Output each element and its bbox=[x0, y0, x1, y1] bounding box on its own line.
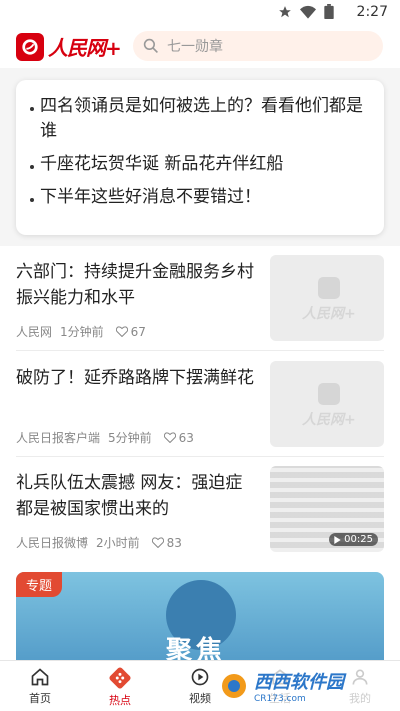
heart-icon bbox=[151, 537, 164, 548]
placeholder-logo-icon bbox=[317, 277, 340, 299]
app-logo[interactable]: 人民网+ bbox=[16, 32, 122, 61]
article-title: 六部门：持续提升金融服务乡村振兴能力和水平 bbox=[16, 262, 254, 308]
logo-text: 人民网+ bbox=[48, 36, 122, 60]
heart-icon bbox=[115, 326, 128, 337]
article-meta: 人民日报客户端 5分钟前 63 bbox=[16, 429, 194, 446]
hot-topic-text: 四名领诵员是如何被选上的？看看他们都是谁 bbox=[40, 96, 363, 141]
status-bar: 2:27 bbox=[0, 0, 400, 24]
article-meta: 人民网 1分钟前 67 bbox=[16, 323, 146, 340]
like-count[interactable]: 83 bbox=[151, 535, 182, 550]
app-header: 人民网+ 七一勋章 bbox=[0, 24, 400, 68]
article-time: 2小时前 bbox=[96, 536, 140, 550]
search-icon bbox=[143, 38, 158, 53]
placeholder-logo-text: 人民网+ bbox=[302, 306, 356, 322]
topic-tag: 专题 bbox=[16, 572, 63, 597]
article-meta: 人民日报微博 2小时前 83 bbox=[16, 534, 182, 551]
placeholder-logo-icon bbox=[317, 383, 340, 405]
article-source: 人民日报客户端 bbox=[16, 431, 101, 445]
search-placeholder: 七一勋章 bbox=[167, 39, 223, 55]
article-source: 人民日报微博 bbox=[16, 536, 89, 550]
hot-topic-text: 下半年这些好消息不要错过！ bbox=[40, 187, 261, 207]
hot-topic-item[interactable]: 下半年这些好消息不要错过！ bbox=[30, 185, 372, 210]
battery-icon bbox=[324, 4, 334, 19]
watermark-logo-icon bbox=[222, 674, 246, 698]
play-icon bbox=[334, 535, 341, 544]
news-article[interactable]: 六部门：持续提升金融服务乡村振兴能力和水平 人民网 1分钟前 67 人民网+ bbox=[16, 255, 384, 347]
like-number: 63 bbox=[178, 430, 194, 445]
like-number: 83 bbox=[166, 535, 182, 550]
video-article[interactable]: 礼兵队伍太震撼 网友：强迫症都是被国家惯出来的 人民日报微博 2小时前 83 0… bbox=[16, 466, 384, 558]
status-icons bbox=[278, 4, 334, 19]
tab-label: 首页 bbox=[29, 692, 51, 705]
bullet-icon bbox=[30, 152, 40, 177]
site-watermark: 西西软件园 CR173.com bbox=[214, 665, 382, 707]
bullet-icon bbox=[30, 185, 40, 210]
wifi-icon bbox=[300, 5, 316, 19]
hot-topics-card: 四名领诵员是如何被选上的？看看他们都是谁 千座花坛贺华诞 新品花卉伴红船 下半年… bbox=[16, 80, 384, 235]
placeholder-logo-text: 人民网+ bbox=[302, 412, 356, 428]
article-source: 人民网 bbox=[16, 325, 53, 339]
article-title: 破防了！延乔路路牌下摆满鲜花 bbox=[16, 368, 254, 388]
article-thumbnail: 人民网+ bbox=[270, 255, 384, 341]
logo-mark-icon bbox=[16, 32, 44, 61]
hot-icon bbox=[109, 667, 131, 689]
status-time: 2:27 bbox=[356, 4, 388, 20]
search-bar[interactable]: 七一勋章 bbox=[133, 31, 383, 61]
video-duration: 00:25 bbox=[329, 533, 378, 546]
placeholder-logo: 人民网+ bbox=[302, 383, 356, 429]
article-title: 礼兵队伍太震撼 网友：强迫症都是被国家惯出来的 bbox=[16, 473, 243, 519]
divider bbox=[16, 456, 384, 457]
like-count[interactable]: 67 bbox=[115, 324, 146, 339]
placeholder-logo: 人民网+ bbox=[302, 277, 356, 323]
duration-text: 00:25 bbox=[344, 534, 373, 545]
watermark-url: CR173.com bbox=[254, 694, 306, 704]
heart-icon bbox=[163, 432, 176, 443]
bullet-icon bbox=[30, 94, 40, 144]
like-count[interactable]: 63 bbox=[163, 430, 194, 445]
divider bbox=[16, 350, 384, 351]
home-icon bbox=[31, 668, 49, 686]
tab-label: 热点 bbox=[109, 694, 131, 707]
tab-hot[interactable]: 热点 bbox=[80, 661, 160, 711]
tab-label: 视频 bbox=[189, 692, 211, 705]
star-icon bbox=[279, 5, 291, 17]
video-icon bbox=[191, 668, 209, 686]
hot-topic-item[interactable]: 千座花坛贺华诞 新品花卉伴红船 bbox=[30, 152, 372, 177]
article-time: 5分钟前 bbox=[108, 431, 152, 445]
tab-home[interactable]: 首页 bbox=[0, 661, 80, 711]
watermark-text: 西西软件园 bbox=[254, 672, 344, 693]
hot-topic-item[interactable]: 四名领诵员是如何被选上的？看看他们都是谁 bbox=[30, 94, 372, 144]
hot-topic-text: 千座花坛贺华诞 新品花卉伴红船 bbox=[40, 154, 284, 174]
article-thumbnail: 人民网+ bbox=[270, 361, 384, 447]
like-number: 67 bbox=[130, 324, 146, 339]
article-time: 1分钟前 bbox=[60, 325, 104, 339]
news-article[interactable]: 破防了！延乔路路牌下摆满鲜花 人民日报客户端 5分钟前 63 人民网+ bbox=[16, 361, 384, 453]
video-thumbnail[interactable]: 00:25 bbox=[270, 466, 384, 552]
news-feed: 六部门：持续提升金融服务乡村振兴能力和水平 人民网 1分钟前 67 人民网+ 破… bbox=[0, 246, 400, 682]
